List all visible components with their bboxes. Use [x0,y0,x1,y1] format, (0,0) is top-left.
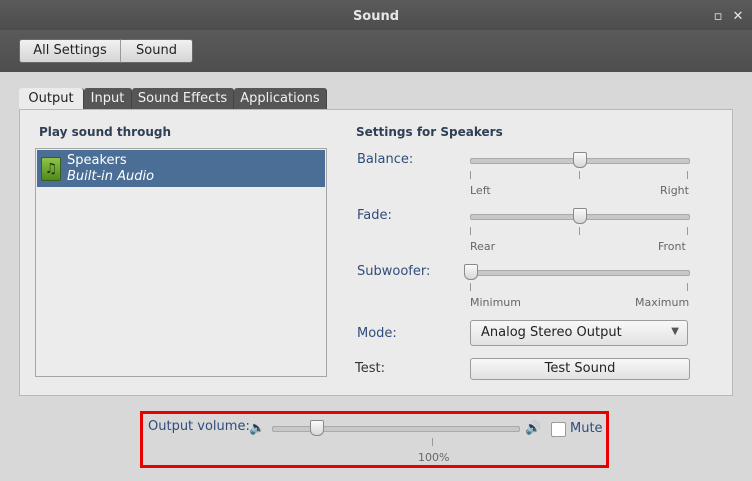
test-label: Test: [355,361,385,376]
maximize-icon[interactable]: ▫ [711,10,725,24]
chevron-down-icon: ▼ [671,326,679,337]
device-subtitle: Built-in Audio [67,169,155,184]
volume-slider-track[interactable] [272,426,520,432]
subwoofer-max-label: Maximum [635,296,690,309]
close-icon[interactable]: ✕ [731,10,745,24]
balance-label: Balance: [357,152,414,167]
settings-heading: Settings for Speakers [356,125,503,139]
balance-tick-right [687,171,688,179]
subwoofer-tick-right [687,283,688,291]
output-volume-label: Output volume: [148,419,250,434]
sound-window: Sound ▫ ✕ All Settings Sound Output Inpu… [0,0,752,481]
fade-slider-handle[interactable] [573,208,587,224]
balance-tick-center [579,171,580,179]
fade-min-label: Rear [470,240,496,253]
tab-input[interactable]: Input [84,88,132,110]
device-item-speakers[interactable]: ♫ Speakers Built-in Audio [37,150,325,187]
fade-tick-left [470,227,471,235]
balance-min-label: Left [470,184,491,197]
volume-slider-handle[interactable] [310,420,325,436]
tab-applications[interactable]: Applications [234,88,327,110]
window-title: Sound [352,9,400,24]
sound-breadcrumb-button[interactable]: Sound [120,39,193,63]
test-sound-button[interactable]: Test Sound [470,358,690,380]
mode-label: Mode: [357,326,397,341]
play-sound-through-heading: Play sound through [39,125,171,139]
balance-max-label: Right [660,184,689,197]
subwoofer-tick-left [470,283,471,291]
balance-tick-left [470,171,471,179]
mute-label[interactable]: Mute [570,421,603,436]
subwoofer-slider-track[interactable] [470,270,690,276]
volume-low-icon: 🔈 [249,421,266,436]
output-panel: Play sound through ♫ Speakers Built-in A… [19,109,733,396]
device-name: Speakers [67,153,127,168]
fade-tick-right [687,227,688,235]
device-list: ♫ Speakers Built-in Audio [35,148,327,377]
fade-label: Fade: [357,208,392,223]
fade-tick-center [579,227,580,235]
tab-output[interactable]: Output [19,88,84,110]
subwoofer-min-label: Minimum [470,296,521,309]
fade-max-label: Front [658,240,686,253]
toolbar: All Settings Sound [0,30,752,72]
volume-high-icon: 🔊 [525,421,542,436]
tab-sound-effects[interactable]: Sound Effects [132,88,234,110]
mode-select[interactable]: Analog Stereo Output ▼ [470,320,688,346]
all-settings-button[interactable]: All Settings [19,39,121,63]
volume-percent-label: 100% [418,451,450,464]
volume-tick-100 [432,438,433,446]
subwoofer-label: Subwoofer: [357,264,431,279]
balance-slider-handle[interactable] [573,152,587,168]
subwoofer-slider-handle[interactable] [464,264,478,280]
music-note-icon: ♫ [41,157,61,181]
mode-selected-value: Analog Stereo Output [481,325,622,340]
mute-checkbox[interactable] [551,422,566,437]
